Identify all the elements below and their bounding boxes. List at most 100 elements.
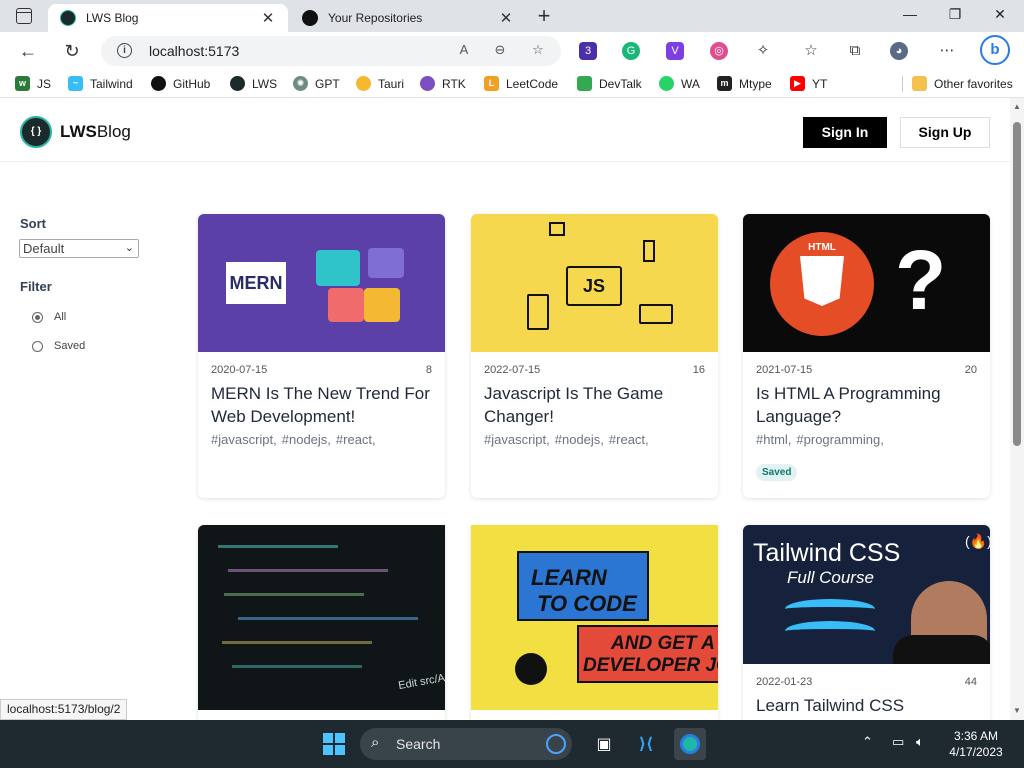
extension-v-icon[interactable]: V [666,42,684,60]
post-title[interactable]: MERN Is The New Trend For Web Developmen… [211,382,432,428]
lws-favicon-icon [60,10,76,26]
post-card[interactable]: Edit src/App [198,525,445,720]
post-thumbnail[interactable]: JS [471,214,718,352]
code-line [232,665,362,668]
post-title[interactable]: Javascript Is The Game Changer! [484,382,705,428]
favorite-label: GitHub [173,76,211,91]
site-info-icon[interactable]: i [117,43,132,58]
code-line [218,545,338,548]
vscode-icon[interactable]: ⟩⟨ [630,728,662,760]
color-picker-icon[interactable]: ◎ [710,42,728,60]
post-thumbnail[interactable]: Edit src/App [198,525,445,710]
post-thumbnail[interactable]: HTML ? [743,214,990,352]
favorite-gpt[interactable]: ✺ GPT [293,76,340,91]
page-scrollbar[interactable]: ▲ ▼ [1010,98,1024,720]
add-favorite-icon[interactable]: ☆ [529,42,547,58]
post-tags: #javascript, #nodejs, #react, [211,432,432,447]
favorite-wa[interactable]: WA [659,76,700,91]
post-likes: 44 [964,676,977,688]
scroll-up-icon[interactable]: ▲ [1012,102,1022,111]
favorite-github[interactable]: GitHub [151,76,210,91]
system-clock[interactable]: 3:36 AM 4/17/2023 [944,728,1008,760]
site-logo[interactable]: { } LWSBlog [20,116,131,148]
favorite-tailwind[interactable]: ~ Tailwind [68,76,133,91]
favorite-tauri[interactable]: Tauri [356,76,404,91]
post-thumbnail[interactable]: MERN [198,214,445,352]
edge-icon[interactable] [674,728,706,760]
radio-all[interactable] [32,311,43,323]
extensions-icon[interactable]: ✧ [754,42,772,60]
scrollbar-thumb[interactable] [1013,122,1021,446]
url-text[interactable]: localhost:5173 [149,43,239,59]
scroll-down-icon[interactable]: ▼ [1012,706,1022,715]
close-tab-icon[interactable]: ✕ [498,9,514,27]
grammarly-icon[interactable]: G [622,42,640,60]
post-tags: #html, #programming, [756,432,977,447]
post-title[interactable]: Learn Tailwind CSS [756,694,977,717]
task-view-icon[interactable]: ▣ [588,728,620,760]
favorite-mtype[interactable]: m Mtype [717,76,772,91]
favorite-yt[interactable]: ▶ YT [790,76,827,91]
taskbar-search[interactable]: ⌕ Search [360,728,572,760]
post-card[interactable]: HTML ? 2021-07-15 20 Is HTML A Programmin… [743,214,990,498]
close-tab-icon[interactable]: ✕ [260,9,276,27]
new-tab-button[interactable]: + [534,4,554,28]
restore-icon[interactable]: ❐ [945,6,965,23]
filter-saved[interactable]: Saved [32,340,85,352]
show-hidden-icons-icon[interactable]: ⌃ [862,734,873,750]
post-thumbnail[interactable]: Tailwind CSS Full Course (🔥) [743,525,990,664]
whatsapp-icon [659,76,674,91]
favorite-leetcode[interactable]: L LeetCode [484,76,558,91]
read-aloud-icon[interactable]: A [455,42,473,57]
refresh-button[interactable]: ↻ [61,40,83,62]
favorite-js[interactable]: w JS [15,76,51,91]
volume-icon[interactable]: 🔈︎ [916,734,924,750]
tab-lws-blog[interactable]: LWS Blog ✕ [48,4,288,32]
post-tag: #html, [756,432,792,447]
site-navbar: { } LWSBlog Sign In Sign Up [0,98,1010,162]
back-button[interactable]: ← [17,40,39,62]
favorites-icon[interactable]: ☆ [802,42,820,60]
mern-thumb-label: MERN [226,262,286,304]
post-card[interactable]: LEARN TO CODE AND GET A DEVELOPER JOB [471,525,718,720]
tab-actions-icon[interactable] [16,8,32,24]
bing-icon [546,734,566,754]
post-title[interactable]: Is HTML A Programming Language? [756,382,977,428]
other-favorites[interactable]: Other favorites [912,76,1013,91]
profile-avatar[interactable]: ◕ [890,42,908,60]
tab-title: Your Repositories [328,11,423,25]
post-card[interactable]: Tailwind CSS Full Course (🔥) 2022-01-23 4… [743,525,990,720]
radio-saved[interactable] [32,340,43,352]
sign-up-button[interactable]: Sign Up [900,117,990,148]
phone-icon [643,240,655,262]
post-date: 2022-07-15 [484,364,541,376]
leetcode-icon: L [484,76,499,91]
sign-in-button[interactable]: Sign In [803,117,887,148]
sort-select[interactable]: Default ⌄ [19,239,139,258]
post-date: 2021-07-15 [756,364,813,376]
code-thumb-label: Edit src/App [397,669,445,693]
address-bar[interactable]: i localhost:5173 A ⊖ ☆ [101,36,561,66]
favorite-lws[interactable]: LWS [230,76,277,91]
bing-copilot-icon[interactable]: b [980,35,1010,65]
zoom-icon[interactable]: ⊖ [491,42,509,58]
start-button-icon[interactable] [323,733,345,755]
tab-your-repositories[interactable]: Your Repositories ✕ [290,4,526,32]
post-thumbnail[interactable]: LEARN TO CODE AND GET A DEVELOPER JOB [471,525,718,710]
filter-all[interactable]: All [32,311,66,323]
favorites-bar: w JS ~ Tailwind GitHub LWS ✺ GPT Tauri RTK … [0,70,1024,98]
favorite-devtalk[interactable]: DevTalk [577,76,642,91]
extension-icon[interactable]: 3 [579,42,597,60]
post-tag: #react, [335,432,376,447]
more-menu-icon[interactable]: ⋯ [938,42,956,60]
favorite-rtk[interactable]: RTK [420,76,466,91]
window-close-icon[interactable]: ✕ [990,6,1010,23]
display-icon[interactable]: ▭ [892,734,904,750]
gamepad-icon [639,304,673,324]
post-card[interactable]: MERN 2020-07-15 8 MERN Is The New Trend F… [198,214,445,498]
favorite-label: JS [37,76,52,91]
minimize-icon[interactable]: — [900,6,920,22]
post-card[interactable]: JS 2022-07-15 16 Javascript Is The Game C… [471,214,718,498]
puzzle-piece [328,288,364,322]
collections-icon[interactable]: ⧉ [846,42,864,60]
